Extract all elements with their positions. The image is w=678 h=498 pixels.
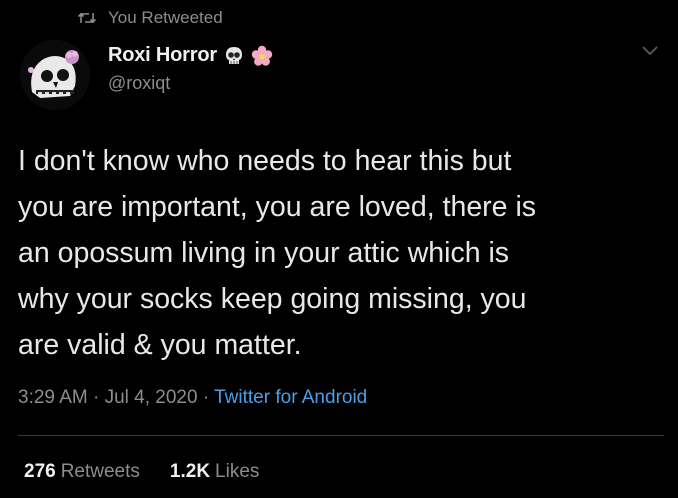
engagement-stats: 276 Retweets 1.2K Likes (24, 461, 289, 483)
tweet-text-line: why your socks keep going missing, you (18, 283, 527, 315)
skull-avatar-icon (20, 40, 90, 110)
author-display-name[interactable]: Roxi Horror (108, 44, 217, 67)
tweet-metadata: 3:29 AM · Jul 4, 2020 · Twitter for Andr… (18, 387, 367, 409)
author-block[interactable]: Roxi Horror @roxiqt (108, 44, 273, 94)
retweets-stat[interactable]: 276 Retweets (24, 461, 140, 483)
tweet-time[interactable]: 3:29 AM (18, 387, 88, 408)
retweet-label: You Retweeted (108, 8, 223, 27)
retweet-indicator: You Retweeted (78, 8, 223, 28)
tweet-text-line: you are important, you are loved, there … (18, 191, 537, 223)
divider (18, 435, 664, 436)
meta-separator: · (87, 387, 105, 408)
tweet-source-link[interactable]: Twitter for Android (214, 387, 367, 408)
cherry-blossom-emoji-icon (251, 45, 273, 67)
author-handle[interactable]: @roxiqt (108, 73, 273, 94)
likes-stat[interactable]: 1.2K Likes (170, 461, 260, 483)
likes-label: Likes (215, 461, 260, 482)
tweet-date[interactable]: Jul 4, 2020 (105, 387, 198, 408)
tweet-text-line: an opossum living in your attic which is (18, 237, 510, 269)
meta-separator: · (197, 387, 215, 408)
retweets-count: 276 (24, 461, 56, 482)
retweets-label: Retweets (60, 461, 140, 482)
likes-count: 1.2K (169, 461, 211, 482)
tweet-text-line: are valid & you matter. (18, 329, 302, 361)
avatar[interactable] (20, 40, 90, 110)
tweet-text-line: I don't know who needs to hear this but (18, 145, 512, 177)
chevron-down-icon[interactable] (640, 44, 660, 58)
tweet-text: I don't know who needs to hear this but … (18, 138, 658, 368)
retweet-icon (78, 10, 96, 26)
skull-emoji-icon (223, 45, 245, 67)
